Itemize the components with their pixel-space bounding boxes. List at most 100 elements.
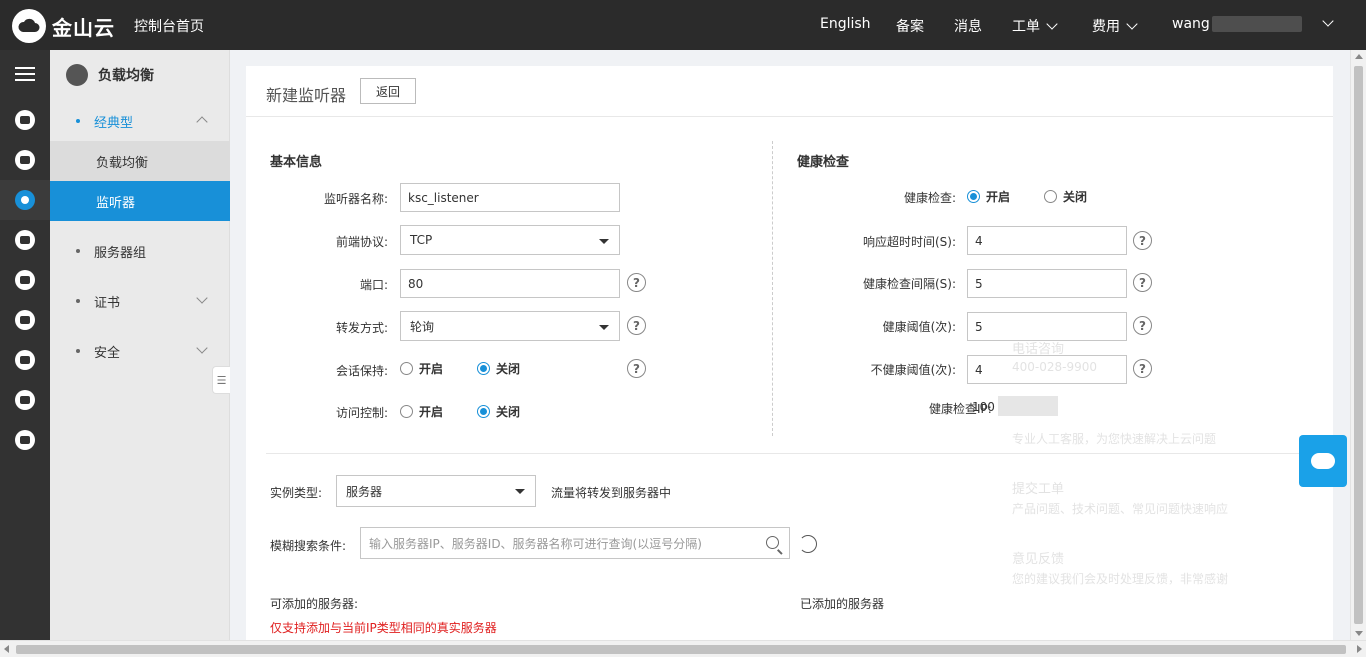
search-input[interactable]: 输入服务器IP、服务器ID、服务器名称可进行查询(以逗号分隔) <box>360 527 790 559</box>
redacted-username <box>1211 16 1302 32</box>
main-panel: 新建监听器 返回 基本信息 监听器名称: ksc_listener 前端协议: … <box>246 66 1333 640</box>
horizontal-scrollbar[interactable] <box>0 640 1366 657</box>
service-desc: 专业人工客服，为您快速解决上云问题 <box>1012 432 1217 446</box>
session-label: 会话保持: <box>335 364 388 378</box>
tickets-menu[interactable]: 工单 <box>1012 16 1058 36</box>
nav-classic[interactable]: 经典型 <box>50 101 230 141</box>
nav-certificate-label: 证书 <box>94 295 121 311</box>
refresh-icon[interactable] <box>799 535 817 553</box>
nav-server-group[interactable]: 服务器组 <box>50 231 230 271</box>
cloud-chat-icon <box>1311 453 1335 469</box>
vertical-scroll-thumb[interactable] <box>1354 66 1363 624</box>
access-off-label: 关闭 <box>496 405 521 419</box>
monitor-icon <box>15 150 35 170</box>
instance-type-select[interactable]: 服务器 <box>336 475 536 507</box>
listener-name-input[interactable]: ksc_listener <box>400 183 620 212</box>
health-on-radio[interactable]: 开启 <box>967 188 1010 205</box>
port-help-icon[interactable]: ? <box>627 273 646 292</box>
forward-help-icon[interactable]: ? <box>627 316 646 335</box>
protocol-select[interactable]: TCP <box>400 225 620 255</box>
healthy-threshold-input[interactable]: 5 <box>967 312 1127 341</box>
access-off-radio[interactable]: 关闭 <box>477 403 520 420</box>
logo-text: 金山云 <box>52 15 115 40</box>
chevron-down-icon <box>1126 18 1138 30</box>
product-network[interactable] <box>0 220 50 260</box>
health-on-label: 开启 <box>986 190 1011 204</box>
nav-listener-label: 监听器 <box>96 195 136 211</box>
session-off-label: 关闭 <box>496 362 521 376</box>
load-balance-icon <box>15 190 35 210</box>
instance-type-label: 实例类型: <box>270 486 323 500</box>
interval-input[interactable]: 5 <box>967 269 1127 298</box>
chevron-up-icon <box>196 116 208 128</box>
basic-info-title: 基本信息 <box>270 155 323 170</box>
unhealthy-threshold-label: 不健康阈值(次): <box>870 363 956 377</box>
product-load-balance[interactable] <box>0 180 50 220</box>
nav-load-balance[interactable]: 负载均衡 <box>50 141 230 181</box>
timeout-input[interactable]: 4 <box>967 226 1127 255</box>
session-on-radio[interactable]: 开启 <box>400 360 443 377</box>
port-label: 端口: <box>359 278 388 292</box>
product-id[interactable] <box>0 420 50 460</box>
interval-help-icon[interactable]: ? <box>1133 273 1152 292</box>
product-upload[interactable] <box>0 340 50 380</box>
feedback-title: 意见反馈 <box>1012 552 1065 567</box>
billing-menu[interactable]: 费用 <box>1092 16 1138 36</box>
back-button[interactable]: 返回 <box>360 78 416 104</box>
feedback-desc: 您的建议我们会及时处理反馈，非常感谢 <box>1012 572 1229 586</box>
port-input[interactable]: 80 <box>400 269 620 298</box>
session-on-label: 开启 <box>419 362 444 376</box>
access-on-radio[interactable]: 开启 <box>400 403 443 420</box>
mail-icon <box>15 390 35 410</box>
messages-link[interactable]: 消息 <box>954 16 982 36</box>
session-help-icon[interactable]: ? <box>627 359 646 378</box>
healthy-help-icon[interactable]: ? <box>1133 316 1152 335</box>
cloud-upload-icon <box>15 350 35 370</box>
product-database[interactable] <box>0 260 50 300</box>
console-home-link[interactable]: 控制台首页 <box>134 16 204 36</box>
horizontal-scroll-thumb[interactable] <box>16 645 1346 654</box>
nav-security[interactable]: 安全 <box>50 331 230 371</box>
nav-classic-label: 经典型 <box>94 115 134 131</box>
english-link[interactable]: English <box>820 16 871 32</box>
session-off-radio[interactable]: 关闭 <box>477 360 520 377</box>
network-icon <box>15 230 35 250</box>
divider <box>266 453 1333 454</box>
user-menu[interactable]: wang <box>1172 15 1334 32</box>
caret-down-icon <box>515 489 525 494</box>
access-on-label: 开启 <box>419 405 444 419</box>
available-servers-label: 可添加的服务器: <box>270 597 359 611</box>
health-ip-value: 100 <box>972 400 995 414</box>
ip-type-warning: 仅支持添加与当前IP类型相同的真实服务器 <box>270 621 497 635</box>
help-float-button[interactable] <box>1299 435 1347 487</box>
product-monitor[interactable] <box>0 140 50 180</box>
cloud-logo-icon <box>12 9 46 43</box>
product-mail[interactable] <box>0 380 50 420</box>
vertical-scrollbar[interactable] <box>1350 50 1366 640</box>
nav-certificate[interactable]: 证书 <box>50 281 230 321</box>
product-storage[interactable] <box>0 300 50 340</box>
redacted-ip <box>998 396 1058 416</box>
health-check-label: 健康检查: <box>903 191 956 205</box>
filing-link[interactable]: 备案 <box>896 16 924 36</box>
chevron-down-icon <box>1046 18 1058 30</box>
search-icon[interactable] <box>766 536 779 549</box>
protocol-value: TCP <box>410 233 433 247</box>
nav-listener[interactable]: 监听器 <box>50 181 230 221</box>
timeout-label: 响应超时时间(S): <box>862 235 956 249</box>
health-off-radio[interactable]: 关闭 <box>1044 188 1087 205</box>
instance-type-value: 服务器 <box>346 484 383 499</box>
top-bar: 金山云 控制台首页 English 备案 消息 工单 费用 wang <box>0 0 1366 50</box>
collapse-sidebar-icon[interactable]: ☰ <box>212 366 230 394</box>
menu-toggle[interactable] <box>0 54 50 94</box>
timeout-help-icon[interactable]: ? <box>1133 231 1152 250</box>
tickets-label: 工单 <box>1012 19 1040 35</box>
unhealthy-help-icon[interactable]: ? <box>1133 359 1152 378</box>
menu-icon <box>15 67 35 81</box>
nav-load-balance-label: 负载均衡 <box>96 155 149 171</box>
forward-select[interactable]: 轮询 <box>400 311 620 341</box>
nav-server-group-label: 服务器组 <box>94 245 147 261</box>
product-cloud-server[interactable] <box>0 100 50 140</box>
logo[interactable]: 金山云 <box>12 9 115 43</box>
health-check-title: 健康检查 <box>797 155 850 170</box>
